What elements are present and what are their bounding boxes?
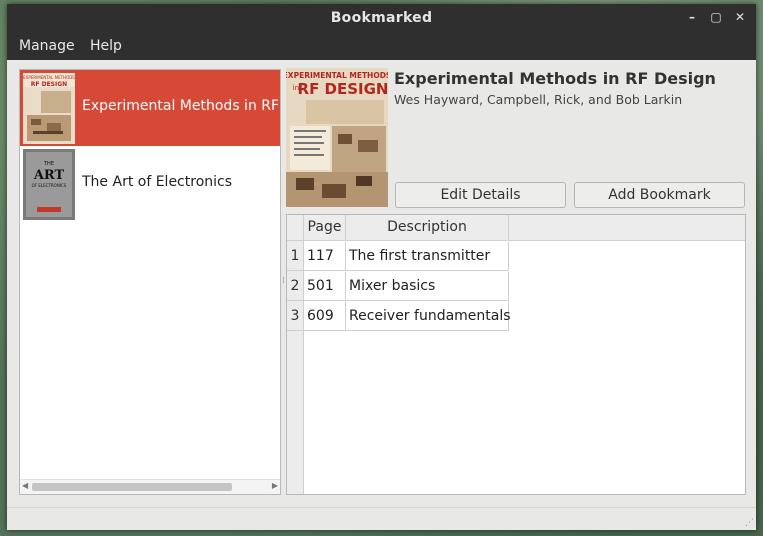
aoe-cover-thumb-line3: OF ELECTRONICS: [32, 183, 67, 188]
row-number: 1: [287, 242, 304, 271]
rf-cover-line1: EXPERIMENTAL METHODS: [286, 71, 388, 80]
minimize-icon[interactable]: –: [685, 10, 699, 24]
edit-details-button[interactable]: Edit Details: [395, 182, 566, 208]
column-header-description[interactable]: Description: [346, 215, 509, 240]
rf-cover-line3: RF DESIGN: [298, 80, 388, 98]
close-icon[interactable]: ✕: [733, 10, 747, 24]
row-number: 2: [287, 272, 304, 301]
title-bar[interactable]: Bookmarked – ▢ ✕: [7, 4, 756, 32]
book-list-item-art-of-electronics[interactable]: THE ART OF ELECTRONICS The Art of Electr…: [20, 146, 280, 222]
header-corner: [287, 215, 304, 240]
horizontal-scrollbar[interactable]: ◀ ▶: [20, 479, 280, 494]
maximize-icon[interactable]: ▢: [709, 10, 723, 24]
description-cell[interactable]: The first transmitter: [346, 242, 509, 271]
scroll-right-icon[interactable]: ▶: [272, 481, 278, 490]
resize-grip-icon[interactable]: ⋰: [745, 518, 754, 528]
menu-help[interactable]: Help: [86, 36, 126, 56]
status-bar: ⋰: [7, 507, 756, 530]
menu-manage[interactable]: Manage: [15, 36, 79, 56]
description-cell[interactable]: Receiver fundamentals: [346, 302, 511, 331]
book-cover-image: EXPERIMENTAL METHODS in RF DESIGN: [286, 68, 388, 207]
table-row[interactable]: 2 501 Mixer basics: [287, 272, 509, 301]
table-row[interactable]: 1 117 The first transmitter: [287, 242, 509, 271]
scrollbar-thumb[interactable]: [32, 483, 232, 491]
column-header-page[interactable]: Page: [304, 215, 346, 240]
table-header: Page Description: [287, 215, 745, 241]
table-row[interactable]: 3 609 Receiver fundamentals: [287, 302, 511, 331]
pane-splitter-handle[interactable]: ⁞: [282, 276, 285, 286]
detail-book-title: Experimental Methods in RF Design: [394, 69, 716, 88]
bookmarks-table[interactable]: Page Description 1 117 The first transmi…: [286, 214, 746, 495]
rf-cover-thumb-line1: EXPERIMENTAL METHODS: [23, 75, 75, 80]
scroll-left-icon[interactable]: ◀: [22, 481, 28, 490]
page-cell[interactable]: 117: [304, 242, 346, 271]
aoe-cover-thumb-line2: ART: [33, 168, 65, 183]
menu-bar: Manage Help: [7, 32, 756, 60]
rf-cover-thumb-line3: RF DESIGN: [31, 81, 67, 88]
rf-design-cover-thumbnail: EXPERIMENTAL METHODS RF DESIGN: [23, 73, 75, 144]
book-list[interactable]: EXPERIMENTAL METHODS RF DESIGN Experimen…: [19, 69, 281, 495]
window-title: Bookmarked: [330, 10, 433, 26]
page-cell[interactable]: 609: [304, 302, 346, 331]
detail-book-authors: Wes Hayward, Campbell, Rick, and Bob Lar…: [394, 92, 683, 107]
add-bookmark-button[interactable]: Add Bookmark: [574, 182, 745, 208]
row-number: 3: [287, 302, 304, 331]
page-cell[interactable]: 501: [304, 272, 346, 301]
book-title: Experimental Methods in RF Design: [82, 98, 278, 114]
app-window: Bookmarked – ▢ ✕ Manage Help EXPERIMENTA…: [7, 4, 756, 530]
aoe-cover-thumb-line1: THE: [43, 161, 54, 167]
art-of-electronics-cover-thumbnail: THE ART OF ELECTRONICS: [23, 149, 75, 220]
book-title: The Art of Electronics: [82, 174, 233, 190]
book-list-item-rf-design[interactable]: EXPERIMENTAL METHODS RF DESIGN Experimen…: [20, 70, 280, 146]
description-cell[interactable]: Mixer basics: [346, 272, 509, 301]
